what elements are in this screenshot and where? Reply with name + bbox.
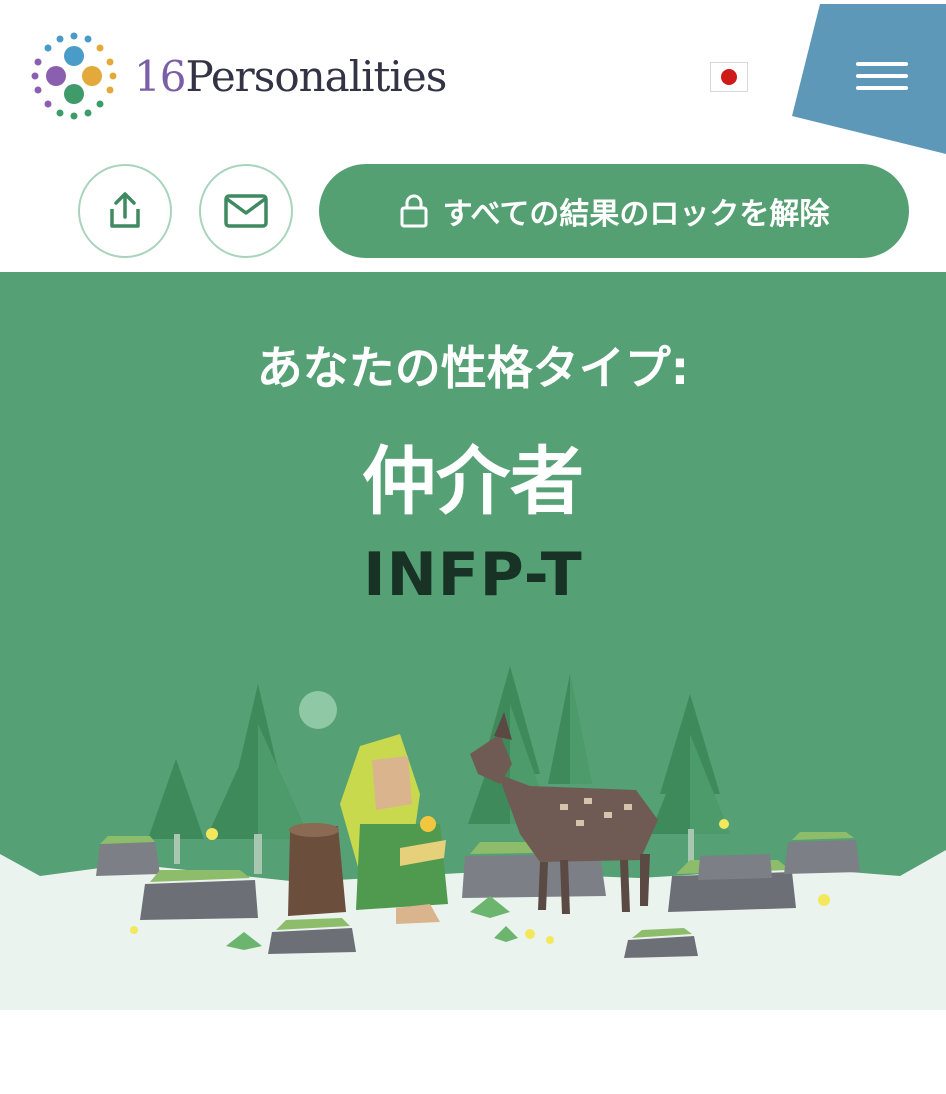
personality-type-code: INFP-T (363, 540, 583, 610)
logo-mark-icon (31, 32, 117, 120)
brand-word: Personalities (185, 51, 447, 101)
unlock-all-results-button[interactable]: すべての結果のロックを解除 (319, 164, 909, 258)
share-icon (110, 192, 140, 228)
personality-type-name: 仲介者 (362, 439, 584, 525)
forest-illustration (0, 666, 946, 1010)
email-button[interactable] (199, 164, 293, 258)
brand-logo[interactable]: 16Personalities (26, 28, 447, 124)
brand-number: 16 (134, 51, 186, 101)
personality-result-hero: あなたの性格タイプ: 仲介者 INFP-T (0, 272, 946, 1010)
share-button[interactable] (78, 164, 172, 258)
result-subtitle: あなたの性格タイプ: (256, 341, 690, 395)
japan-flag-icon[interactable] (710, 62, 748, 92)
brand-name: 16Personalities (134, 51, 447, 101)
hamburger-menu-icon[interactable] (852, 56, 912, 100)
unlock-label: すべての結果のロックを解除 (442, 197, 830, 232)
site-header: 16Personalities (0, 0, 946, 154)
mail-icon (224, 194, 268, 228)
lock-icon (400, 194, 428, 228)
